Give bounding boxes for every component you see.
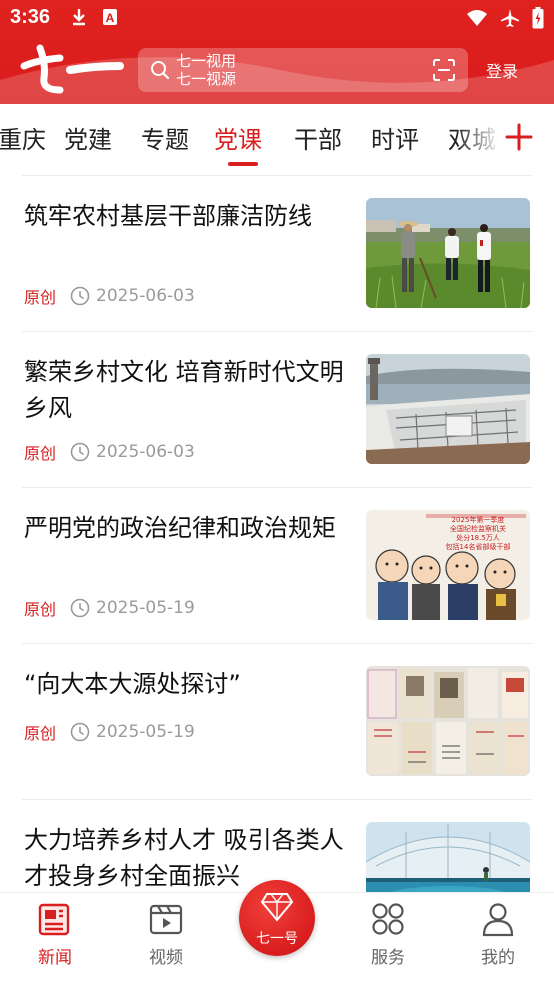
search-placeholder: 七一视用 七一视源 (176, 52, 237, 86)
status-time: 3:36 (10, 6, 51, 28)
discipline-cartoon-photo: 2025年第一季度 全国纪检监察机关 处分18.5万人 包括14名省部级干部 (366, 510, 530, 620)
article-thumbnail: 2025年第一季度 全国纪检监察机关 处分18.5万人 包括14名省部级干部 (366, 510, 530, 620)
tab-chongqing[interactable]: 重庆 (0, 120, 46, 155)
article-title: “向大本大源处探讨” (24, 670, 241, 698)
article-thumbnail (366, 666, 530, 776)
wifi-icon (467, 10, 487, 26)
article-date: 2025-06-03 (96, 442, 195, 462)
svg-text:A: A (106, 11, 115, 25)
user-icon (482, 903, 514, 937)
article-meta: 原创 2025-06-03 (24, 440, 195, 464)
clock-icon (70, 598, 90, 618)
tab-special-topics[interactable]: 专题 (141, 120, 189, 155)
nav-services-label: 服务 (371, 948, 405, 968)
nav-profile-label: 我的 (481, 948, 515, 968)
cartoon-text-line: 包括14名省部级干部 (446, 542, 511, 551)
article-meta: 原创 2025-06-03 (24, 284, 195, 308)
article-source: 原创 (24, 288, 57, 307)
status-bar: 3:36 A (0, 0, 554, 36)
a-icon: A (103, 9, 117, 25)
article-item[interactable]: 筑牢农村基层干部廉洁防线 原创 2025-06-03 (0, 176, 554, 332)
cartoon-text-line: 全国纪检监察机关 (450, 524, 506, 533)
article-source: 原创 (24, 600, 57, 619)
tab-commentary[interactable]: 时评 (371, 120, 419, 155)
search-input[interactable]: 七一视用 七一视源 (138, 48, 468, 92)
article-title: 筑牢农村基层干部廉洁防线 (24, 202, 312, 230)
article-title: 大力培养乡村人才 吸引各类人才投身乡村全面振兴 (24, 826, 344, 890)
clock-icon (70, 722, 90, 742)
lakeside-village-photo (366, 354, 530, 464)
login-button[interactable]: 登录 (486, 58, 518, 82)
search-icon (151, 61, 170, 80)
article-meta: 原创 2025-05-19 (24, 596, 195, 620)
category-tabs: 重庆 党建 专题 党课 干部 时评 双城 (0, 104, 554, 170)
clock-icon (70, 442, 90, 462)
qiyi-hao-button[interactable]: 七一号 (239, 880, 315, 956)
article-meta: 原创 2025-05-19 (24, 720, 195, 744)
article-title: 繁荣乡村文化 培育新时代文明乡风 (24, 358, 344, 422)
cartoon-text-line: 处分18.5万人 (456, 533, 500, 542)
app-header: 3:36 A 七一视用 七一视源 登录 (0, 0, 554, 104)
news-icon (38, 903, 70, 936)
nav-video[interactable]: 视频 (126, 901, 206, 968)
tab-cadres[interactable]: 干部 (294, 120, 342, 155)
farmland-officials-photo (366, 198, 530, 308)
article-thumbnail (366, 354, 530, 464)
article-item[interactable]: “向大本大源处探讨” 原创 2025-05-19 (0, 644, 554, 800)
app-logo (20, 44, 124, 94)
grid-icon (372, 903, 404, 935)
nav-news-label: 新闻 (38, 948, 72, 968)
tab-party-building[interactable]: 党建 (64, 120, 112, 155)
article-thumbnail (366, 198, 530, 308)
clock-icon (70, 286, 90, 306)
qiyi-hao-label: 七一号 (256, 931, 298, 947)
scan-icon[interactable] (432, 59, 456, 81)
article-item[interactable]: 严明党的政治纪律和政治规矩 原创 2025-05-19 2025年第一季度 全国… (0, 488, 554, 644)
article-date: 2025-05-19 (96, 598, 195, 618)
tabs-fade-overlay (456, 104, 506, 170)
cartoon-text-line: 2025年第一季度 (452, 515, 505, 524)
download-icon (73, 9, 85, 26)
add-tab-button[interactable] (504, 122, 534, 152)
old-books-photo (366, 666, 530, 776)
airplane-icon (501, 9, 519, 27)
gem-icon (261, 893, 293, 922)
nav-video-label: 视频 (149, 948, 183, 968)
article-source: 原创 (24, 724, 57, 743)
article-title: 严明党的政治纪律和政治规矩 (24, 514, 336, 542)
article-date: 2025-06-03 (96, 286, 195, 306)
active-tab-indicator (228, 162, 258, 166)
nav-news[interactable]: 新闻 (15, 901, 95, 968)
article-item[interactable]: 繁荣乡村文化 培育新时代文明乡风 原创 2025-06-03 (0, 332, 554, 488)
tab-party-lessons[interactable]: 党课 (214, 120, 262, 155)
video-icon (149, 904, 183, 935)
article-source: 原创 (24, 444, 57, 463)
article-date: 2025-05-19 (96, 722, 195, 742)
battery-charging-icon (532, 7, 544, 29)
nav-profile[interactable]: 我的 (458, 901, 538, 968)
nav-services[interactable]: 服务 (348, 901, 428, 968)
